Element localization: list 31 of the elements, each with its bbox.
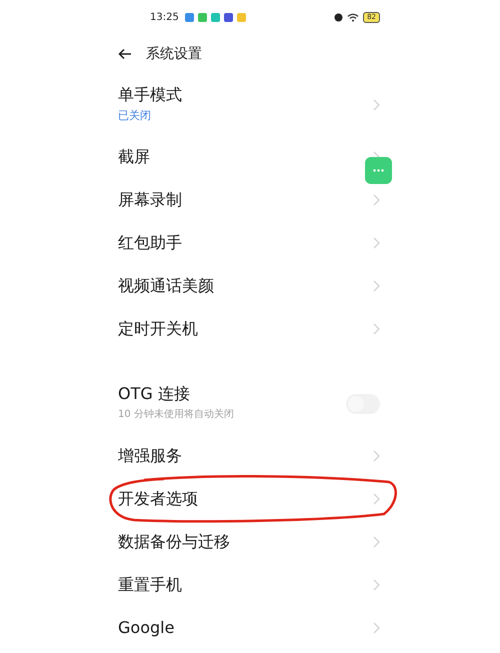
setting-title[interactable]: 单手模式 [118, 85, 182, 105]
floating-button[interactable] [365, 157, 392, 184]
chevron-icon [373, 322, 380, 334]
setting-subtitle: 已关闭 [118, 108, 152, 124]
chevron-icon [373, 536, 380, 548]
setting-title[interactable]: 开发者选项 [118, 488, 198, 508]
chevron-icon [373, 492, 380, 504]
page-title: 系统设置 [146, 44, 202, 64]
chevron-icon [373, 194, 380, 206]
chevron-icon [373, 280, 380, 292]
setting-title[interactable]: 数据备份与迁移 [118, 532, 230, 552]
setting-title[interactable]: 屏幕录制 [118, 190, 182, 210]
chevron-icon [373, 236, 380, 248]
back-arrow-icon[interactable] [118, 48, 132, 60]
alarm-icon [334, 12, 344, 22]
setting-title[interactable]: OTG 连接 [118, 384, 234, 404]
more-icon [373, 169, 384, 172]
setting-subtitle: 10 分钟未使用将自动关闭 [118, 408, 234, 422]
setting-title[interactable]: 视频通话美颜 [118, 276, 214, 296]
setting-title[interactable]: 红包助手 [118, 232, 182, 252]
wifi-icon [347, 12, 360, 22]
setting-title[interactable]: 截屏 [118, 146, 150, 166]
chevron-icon [373, 578, 380, 590]
chevron-icon [373, 98, 380, 110]
setting-title[interactable]: 定时开关机 [118, 318, 198, 338]
setting-title[interactable]: Google [118, 618, 174, 638]
setting-title[interactable]: 增强服务 [118, 446, 182, 466]
setting-title[interactable]: 重置手机 [118, 574, 182, 594]
status-time: 13:25 [150, 10, 179, 24]
chevron-icon [373, 450, 380, 462]
chevron-icon [373, 622, 380, 634]
